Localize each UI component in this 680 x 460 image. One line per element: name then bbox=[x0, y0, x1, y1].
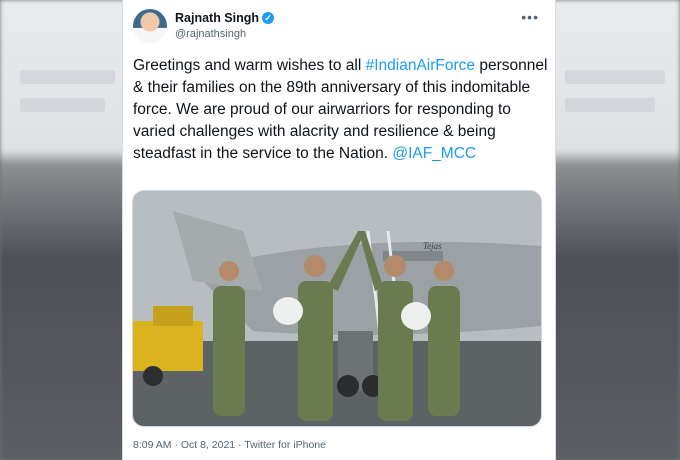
tweet-timestamp[interactable]: 8:09 AM · Oct 8, 2021 · Twitter for iPho… bbox=[133, 439, 326, 451]
tweet-card[interactable]: Rajnath Singh ✓ @rajnathsingh ••• Greeti… bbox=[122, 0, 556, 460]
background-text-line bbox=[20, 98, 105, 112]
more-options-icon[interactable]: ••• bbox=[521, 9, 539, 25]
mention-link[interactable]: @IAF_MCC bbox=[392, 145, 476, 162]
photo-scene: Tejas bbox=[133, 191, 541, 426]
verified-badge-icon: ✓ bbox=[262, 12, 275, 24]
tweet-text-lead: Greetings and warm wishes to all bbox=[133, 57, 366, 74]
author-name[interactable]: Rajnath Singh bbox=[175, 11, 259, 25]
background-text-line bbox=[565, 98, 655, 112]
background-text-line bbox=[20, 70, 115, 84]
author-handle[interactable]: @rajnathsingh bbox=[175, 28, 246, 40]
hashtag-link[interactable]: #IndianAirForce bbox=[366, 57, 475, 74]
avatar[interactable] bbox=[133, 9, 167, 43]
author-row: Rajnath Singh ✓ bbox=[175, 11, 275, 25]
aircraft-label: Tejas bbox=[423, 241, 442, 251]
tweet-text: Greetings and warm wishes to all #Indian… bbox=[133, 55, 548, 165]
tweet-photo[interactable]: Tejas bbox=[132, 190, 542, 427]
background-text-line bbox=[565, 70, 665, 84]
